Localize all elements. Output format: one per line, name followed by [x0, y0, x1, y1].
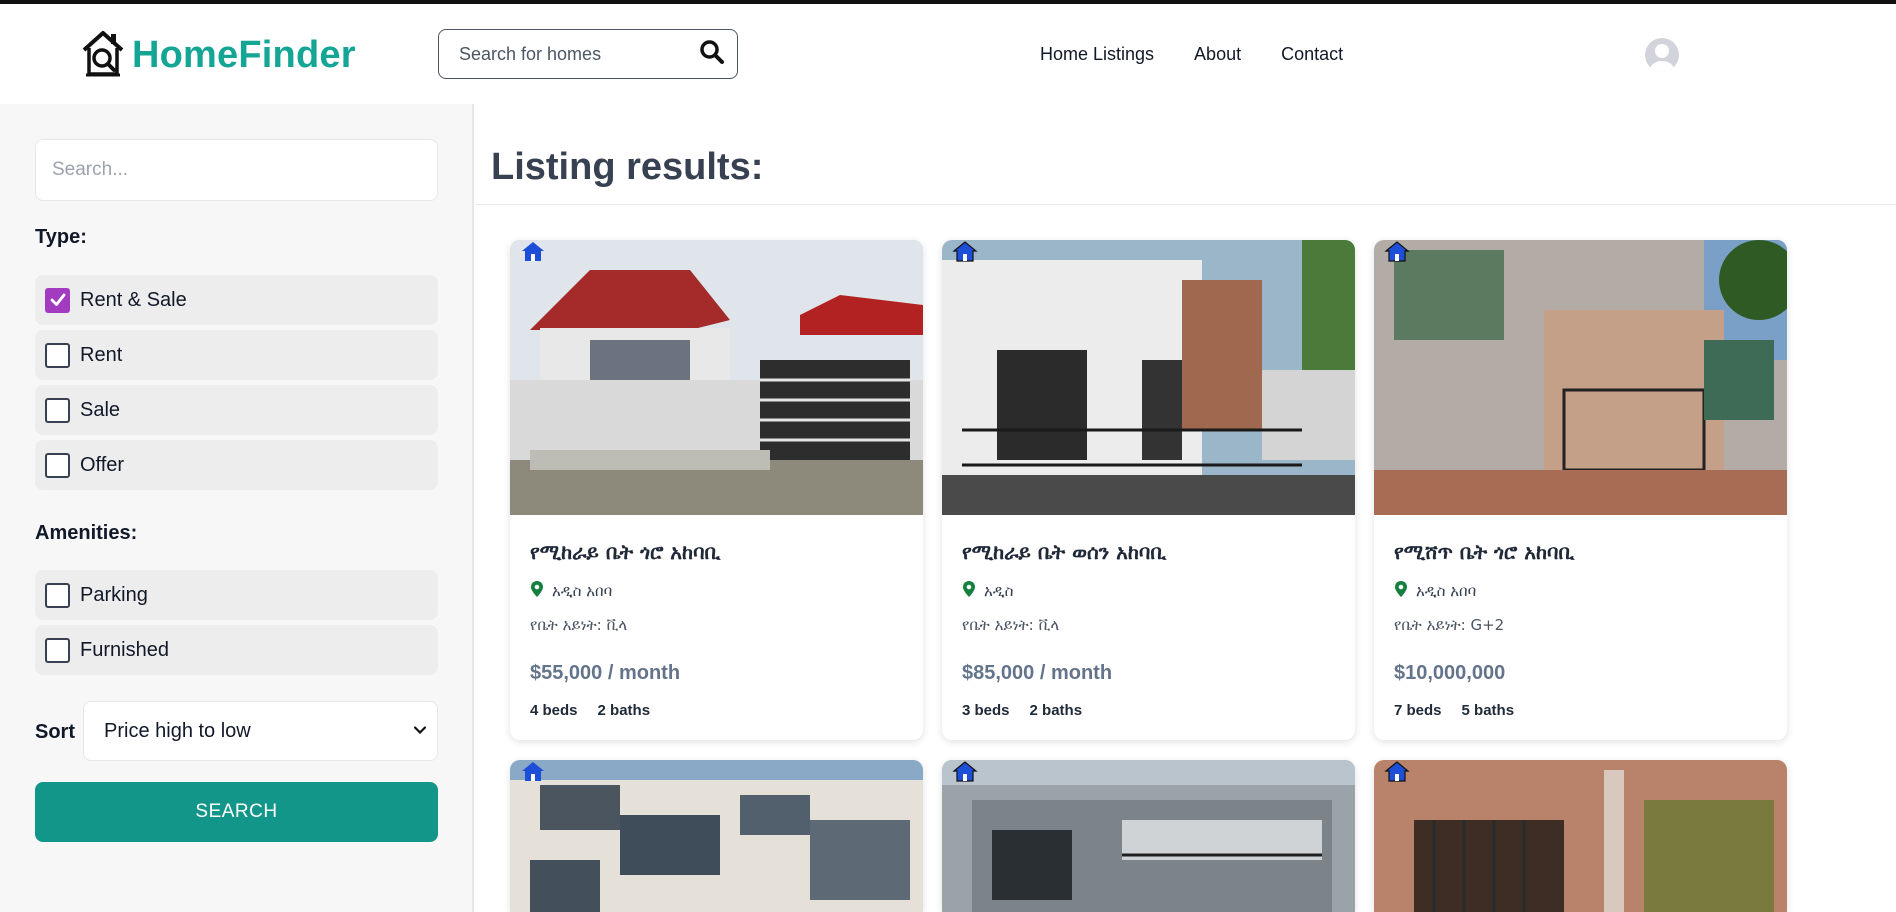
header-search-input[interactable] [459, 43, 699, 65]
site-header: HomeFinder Home Listings About Contact [0, 4, 1896, 104]
listing-image[interactable] [942, 240, 1355, 515]
listing-specs: 4 beds 2 baths [530, 702, 650, 719]
type-label: Sale [80, 398, 121, 421]
amenity-option-furnished[interactable]: Furnished [35, 625, 438, 675]
type-label: Offer [80, 453, 125, 476]
checkbox[interactable] [45, 397, 70, 423]
location-text: አዲስ [984, 582, 1014, 600]
listing-card[interactable] [1374, 760, 1787, 912]
sort-label: Sort [35, 721, 75, 743]
type-section-title: Type: [35, 226, 87, 248]
listing-image[interactable] [942, 760, 1355, 912]
listing-specs: 7 beds 5 baths [1394, 702, 1514, 719]
house-badge-icon [1384, 240, 1410, 262]
checkbox[interactable] [45, 342, 70, 368]
listing-type: የቤት አይነት: G+2 [1394, 616, 1505, 634]
location-text: አዲስ አበባ [552, 582, 613, 600]
baths-count: 2 baths [597, 702, 651, 719]
baths-count: 2 baths [1029, 702, 1083, 719]
filter-sidebar: Type: Rent & Sale Rent Sale Offer Amenit… [0, 104, 474, 912]
location-text: አዲስ አበባ [1416, 582, 1477, 600]
divider [476, 204, 1896, 205]
sidebar-search-input[interactable] [35, 139, 438, 201]
baths-count: 5 baths [1461, 702, 1515, 719]
house-badge-icon [1384, 760, 1410, 782]
sort-select[interactable]: Price high to low [83, 701, 438, 761]
type-label: Rent [80, 343, 123, 366]
listing-card[interactable]: የሚከራይ ቤት ወሰን አከባቢ አዲስ የቤት አይነት: ቪላ $85,0… [942, 240, 1355, 740]
brand-name: HomeFinder [132, 34, 356, 76]
listing-location: አዲስ አበባ [530, 580, 612, 602]
beds-count: 7 beds [1394, 702, 1442, 719]
header-search [438, 29, 738, 79]
beds-count: 4 beds [530, 702, 578, 719]
house-badge-icon [952, 760, 978, 782]
page-title: Listing results: [491, 146, 764, 188]
house-badge-icon [952, 240, 978, 262]
listing-title[interactable]: የሚከራይ ቤት ወሰን አከባቢ [962, 540, 1166, 564]
amenity-label: Furnished [80, 638, 169, 661]
listing-price: $10,000,000 [1394, 662, 1506, 684]
listing-title[interactable]: የሚሸጥ ቤት ጎሮ አከባቢ [1394, 540, 1574, 564]
map-pin-icon [530, 580, 544, 602]
listing-card[interactable] [942, 760, 1355, 912]
type-option-rent-sale[interactable]: Rent & Sale [35, 275, 438, 325]
checkbox-checked[interactable] [45, 287, 70, 313]
listing-card[interactable]: የሚሸጥ ቤት ጎሮ አከባቢ አዲስ አበባ የቤት አይነት: G+2 $1… [1374, 240, 1787, 740]
main-nav: Home Listings About Contact [1040, 44, 1343, 65]
listing-type: የቤት አይነት: ቪላ [530, 616, 628, 634]
type-label: Rent & Sale [80, 288, 187, 311]
checkbox[interactable] [45, 452, 70, 478]
map-pin-icon [962, 580, 976, 602]
amenities-section-title: Amenities: [35, 522, 138, 544]
listing-location: አዲስ አበባ [1394, 580, 1476, 602]
chevron-down-icon [413, 720, 427, 743]
listing-type: የቤት አይነት: ቪላ [962, 616, 1060, 634]
amenity-label: Parking [80, 583, 148, 606]
map-pin-icon [1394, 580, 1408, 602]
type-option-rent[interactable]: Rent [35, 330, 438, 380]
listing-price: $55,000 / month [530, 662, 681, 684]
listing-image[interactable] [1374, 240, 1787, 515]
nav-home-listings[interactable]: Home Listings [1040, 44, 1154, 65]
listing-results: Listing results: የሚከራይ ቤት ጎሮ አከባቢ አዲስ አበ… [476, 104, 1896, 912]
user-avatar-icon[interactable] [1645, 38, 1679, 72]
checkbox[interactable] [45, 637, 70, 663]
type-option-offer[interactable]: Offer [35, 440, 438, 490]
listing-price: $85,000 / month [962, 662, 1113, 684]
nav-contact[interactable]: Contact [1281, 44, 1343, 65]
listing-card[interactable]: የሚከራይ ቤት ጎሮ አከባቢ አዲስ አበባ የቤት አይነት: ቪላ $5… [510, 240, 923, 740]
listing-card[interactable] [510, 760, 923, 912]
amenity-option-parking[interactable]: Parking [35, 570, 438, 620]
search-icon[interactable] [699, 39, 725, 70]
search-button[interactable]: SEARCH [35, 782, 438, 842]
type-option-sale[interactable]: Sale [35, 385, 438, 435]
listing-location: አዲስ [962, 580, 1013, 602]
nav-about[interactable]: About [1194, 44, 1241, 65]
listing-image[interactable] [510, 760, 923, 912]
listing-image[interactable] [1374, 760, 1787, 912]
brand-logo[interactable]: HomeFinder [80, 28, 356, 83]
house-magnifier-icon [80, 28, 126, 83]
sort-value: Price high to low [104, 719, 251, 742]
listing-image[interactable] [510, 240, 923, 515]
house-badge-icon [520, 760, 546, 782]
listing-title[interactable]: የሚከራይ ቤት ጎሮ አከባቢ [530, 540, 720, 564]
checkbox[interactable] [45, 582, 70, 608]
beds-count: 3 beds [962, 702, 1010, 719]
house-badge-icon [520, 240, 546, 262]
listing-specs: 3 beds 2 baths [962, 702, 1082, 719]
